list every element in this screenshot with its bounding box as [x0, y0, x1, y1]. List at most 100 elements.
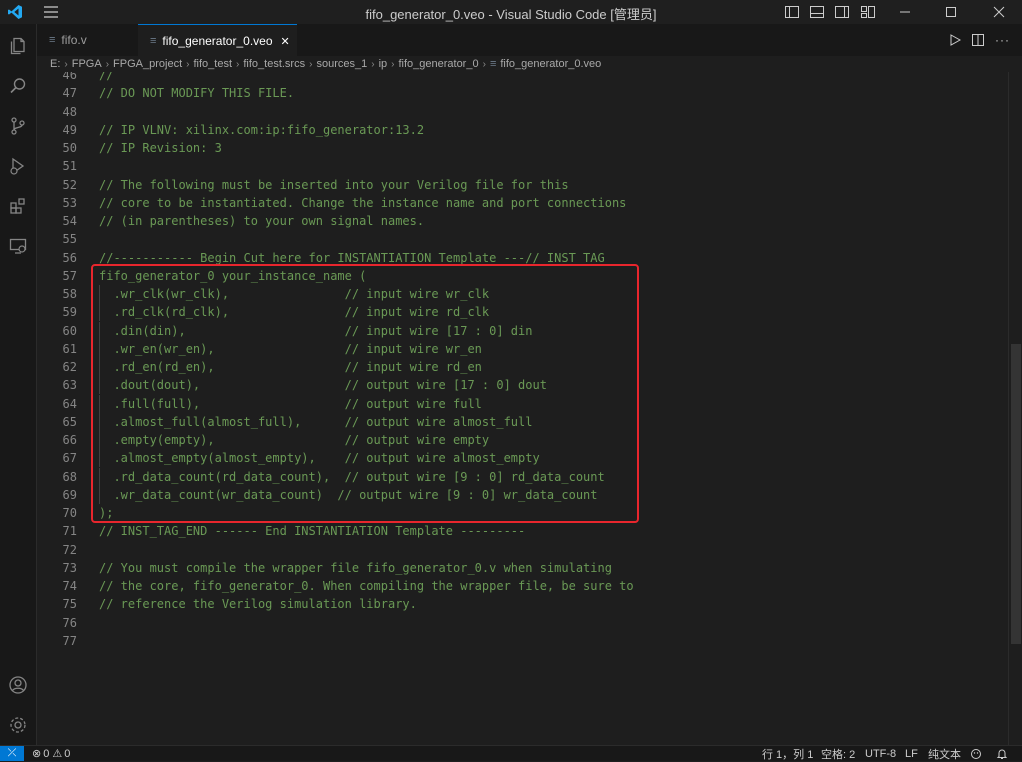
end-of-line[interactable]: LF [905, 746, 918, 761]
line-number: 75 [62, 597, 77, 612]
code-text: ); [99, 506, 114, 520]
accounts-icon[interactable] [0, 667, 36, 703]
code-text: // You must compile the wrapper file fif… [99, 560, 612, 575]
tab-fifo-generator-veo[interactable]: ≡ fifo_generator_0.veo ✕ [138, 24, 297, 57]
breadcrumb-item[interactable]: ip [379, 58, 388, 70]
code-editor[interactable]: 46 // 47 // DO NOT MODIFY THIS FILE. 48 49 // … [37, 72, 1008, 745]
indentation[interactable]: 空格: 2 [821, 746, 855, 761]
customize-layout-icon[interactable] [858, 0, 878, 24]
toggle-panel-icon[interactable] [807, 0, 827, 24]
code-line[interactable]: 52 // The following must be inserted into… [37, 176, 1008, 194]
breadcrumb-item[interactable]: sources_1 [316, 58, 367, 70]
code-text: // IP VLNV: xilinx.com:ip:fifo_generator… [99, 122, 425, 137]
toggle-secondary-sidebar-icon[interactable] [832, 0, 852, 24]
code-line[interactable]: 49 // IP VLNV: xilinx.com:ip:fifo_generat… [37, 121, 1008, 139]
breadcrumb-item[interactable]: fifo_test [193, 58, 232, 70]
notifications-bell-icon[interactable] [996, 746, 1008, 761]
code-line[interactable]: 75 // reference the Verilog simulation li… [37, 595, 1008, 613]
more-actions-icon[interactable]: ··· [995, 24, 1011, 56]
code-line[interactable]: 53 // core to be instantiated. Change the… [37, 194, 1008, 212]
line-number: 70 [62, 506, 77, 520]
line-number: 60 [62, 323, 77, 338]
remote-indicator-icon[interactable]: ⤫ [0, 746, 24, 761]
minimize-icon[interactable] [890, 0, 920, 24]
indent-guide [99, 394, 100, 413]
code-line[interactable]: 58 .wr_clk(wr_clk), // input wire wr_clk [37, 285, 1008, 303]
line-number: 49 [62, 122, 77, 137]
tab-label: fifo_generator_0.veo [162, 34, 273, 48]
code-line[interactable]: 62 .rd_en(rd_en), // input wire rd_en [37, 358, 1008, 376]
code-text: // DO NOT MODIFY THIS FILE. [99, 86, 295, 101]
code-text: .wr_en(wr_en), // input wire wr_en [99, 341, 482, 356]
extensions-icon[interactable] [0, 188, 36, 224]
code-text: // INST_TAG_END ------ End INSTANTIATION… [99, 524, 526, 539]
status-bar: ⤫ ⊗ 0 ⚠ 0 行 1，列 1 空格: 2 UTF-8 LF 纯文本 [0, 745, 1022, 761]
breadcrumb-item[interactable]: FPGA_project [113, 58, 182, 70]
code-line[interactable]: 70); [37, 504, 1008, 522]
code-text: .almost_full(almost_full), // output wir… [99, 414, 533, 429]
breadcrumb-item[interactable]: E: [50, 58, 60, 70]
line-number: 74 [62, 579, 77, 593]
remote-explorer-icon[interactable] [0, 228, 36, 264]
problems-indicator[interactable]: ⊗ 0 ⚠ 0 [32, 746, 70, 761]
line-number: 71 [62, 524, 77, 539]
code-line[interactable]: 63 .dout(dout), // output wire [17 : 0] … [37, 376, 1008, 395]
code-line[interactable]: 69 .wr_data_count(wr_data_count) // outp… [37, 485, 1008, 504]
breadcrumb-item[interactable]: fifo_generator_0.veo [500, 58, 601, 70]
line-number: 63 [62, 378, 77, 393]
manage-gear-icon[interactable] [0, 707, 36, 743]
editor-scrollbar[interactable] [1008, 72, 1022, 745]
close-window-icon[interactable] [984, 0, 1014, 24]
line-number: 65 [62, 414, 77, 429]
breadcrumb-item[interactable]: fifo_test.srcs [243, 58, 305, 70]
line-number: 56 [62, 250, 77, 265]
code-line[interactable]: 60 .din(din), // input wire [17 : 0] din [37, 321, 1008, 340]
cursor-position[interactable]: 行 1，列 1 [762, 746, 813, 761]
maximize-icon[interactable] [936, 0, 966, 24]
source-control-icon[interactable] [0, 108, 36, 144]
code-line[interactable]: 72 [37, 541, 1008, 559]
code-line[interactable]: 76 [37, 614, 1008, 632]
scrollbar-thumb[interactable] [1011, 344, 1021, 644]
explorer-icon[interactable] [0, 28, 36, 64]
toggle-primary-sidebar-icon[interactable] [782, 0, 802, 24]
tab-fifo-v[interactable]: ≡ fifo.v [49, 24, 139, 56]
code-line[interactable]: 66 .empty(empty), // output wire empty [37, 431, 1008, 449]
code-line[interactable]: 57 fifo_generator_0 your_instance_name ( [37, 267, 1008, 285]
code-line[interactable]: 47 // DO NOT MODIFY THIS FILE. [37, 84, 1008, 102]
warning-count: 0 [64, 747, 71, 760]
code-line[interactable]: 55 [37, 230, 1008, 248]
breadcrumb-item[interactable]: FPGA [72, 58, 102, 70]
code-line[interactable]: 51 [37, 157, 1008, 175]
feedback-icon[interactable] [970, 746, 982, 761]
code-line[interactable]: 71 // INST_TAG_END ------ End INSTANTIATI… [37, 522, 1008, 540]
run-file-icon[interactable] [949, 24, 965, 56]
language-mode[interactable]: 纯文本 [928, 746, 961, 761]
split-editor-icon[interactable] [971, 24, 987, 56]
indent-guide [99, 376, 100, 395]
code-text: .empty(empty), // output wire empty [99, 433, 490, 447]
code-line[interactable]: 67 .almost_empty(almost_empty), // outpu… [37, 449, 1008, 468]
breadcrumb-item[interactable]: fifo_generator_0 [398, 58, 478, 70]
code-line[interactable]: 54 // (in parentheses) to your own signal… [37, 212, 1008, 230]
code-line[interactable]: 59 .rd_clk(rd_clk), // input wire rd_clk [37, 303, 1008, 322]
code-line[interactable]: 73 // You must compile the wrapper file f… [37, 559, 1008, 577]
code-line[interactable]: 77 [37, 632, 1008, 650]
code-line[interactable]: 74 // the core, fifo_generator_0. When co… [37, 577, 1008, 595]
code-line[interactable]: 46 // [37, 72, 1008, 84]
search-icon[interactable] [0, 68, 36, 104]
code-line[interactable]: 61 .wr_en(wr_en), // input wire wr_en [37, 339, 1008, 358]
encoding[interactable]: UTF-8 [865, 746, 896, 761]
code-line[interactable]: 68 .rd_data_count(rd_data_count), // out… [37, 467, 1008, 486]
line-number: 58 [62, 287, 77, 301]
code-line[interactable]: 65 .almost_full(almost_full), // output … [37, 412, 1008, 431]
tab-close-icon[interactable]: ✕ [281, 35, 290, 48]
code-line[interactable]: 56 //----------- Begin Cut here for INSTA… [37, 249, 1008, 267]
line-number: 62 [62, 360, 77, 374]
code-line[interactable]: 64 .full(full), // output wire full [37, 394, 1008, 413]
code-line[interactable]: 48 [37, 103, 1008, 121]
verilog-file-icon: ≡ [150, 35, 157, 47]
code-line[interactable]: 50 // IP Revision: 3 [37, 139, 1008, 157]
warning-icon: ⚠ [52, 748, 63, 760]
run-and-debug-icon[interactable] [0, 148, 36, 184]
